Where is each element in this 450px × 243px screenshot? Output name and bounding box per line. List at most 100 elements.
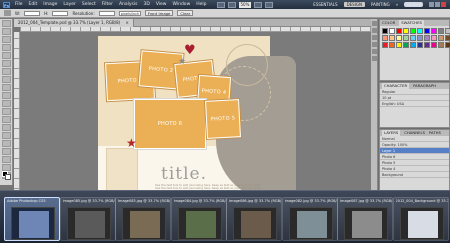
menu-analysis[interactable]: Analysis (119, 2, 138, 7)
tab-paths[interactable]: PATHS (429, 130, 441, 136)
move-tool-icon[interactable] (1, 20, 11, 27)
workspace-essentials[interactable]: ESSENTIALS (313, 2, 337, 7)
clone-stamp-tool-icon[interactable] (1, 84, 11, 91)
pen-tool-icon[interactable] (1, 132, 11, 139)
layer-row[interactable]: Background (380, 172, 449, 178)
color-swatch[interactable] (382, 35, 388, 41)
color-swatch[interactable] (389, 28, 395, 34)
minimize-button[interactable] (429, 2, 434, 7)
taskbar-window-preview[interactable]: Image084.jpg @ 33.7% (RGB/8) (170, 197, 227, 241)
menu-select[interactable]: Select (82, 2, 96, 7)
styles-panel-icon[interactable] (372, 56, 377, 61)
taskbar-window-preview[interactable]: Image087.jpg @ 33.7% (RGB/8) (337, 197, 393, 241)
color-swatch[interactable] (389, 42, 395, 48)
taskbar-window-preview[interactable]: 2012_004_Background @ 33.7% (RGB/8) (392, 197, 449, 241)
color-swatch[interactable] (424, 28, 430, 34)
color-swatch[interactable] (445, 28, 450, 34)
cs-live-button[interactable]: CS Live (404, 2, 423, 7)
tab-channels[interactable]: CHANNELS (404, 130, 425, 136)
color-swatch[interactable] (438, 28, 444, 34)
workspace-design[interactable]: DESIGN (343, 2, 365, 7)
clear-button[interactable]: Clear (177, 10, 194, 16)
color-swatch[interactable] (431, 28, 437, 34)
photo-placeholder-5[interactable]: PHOTO 5 (205, 99, 241, 139)
marquee-tool-icon[interactable] (1, 28, 11, 35)
resolution-units-select[interactable]: pixels/inch (118, 10, 141, 16)
eyedropper-tool-icon[interactable] (1, 60, 11, 67)
dodge-tool-icon[interactable] (1, 124, 11, 131)
color-swatch[interactable] (424, 42, 430, 48)
eraser-tool-icon[interactable] (1, 100, 11, 107)
menu-layer[interactable]: Layer (63, 2, 76, 7)
menu-3d[interactable]: 3D (143, 2, 149, 7)
arrange-documents-icon[interactable] (254, 1, 263, 8)
crop-tool-icon[interactable] (1, 52, 11, 59)
taskbar-window-preview[interactable]: Image086.jpg @ 33.7% (RGB/8) (226, 197, 282, 241)
taskbar-window-preview[interactable]: Image082.jpg @ 33.7% (RGB/8) (281, 197, 338, 241)
color-swatch[interactable] (431, 42, 437, 48)
color-swatch[interactable] (445, 42, 450, 48)
workspace-painting[interactable]: PAINTING (371, 2, 390, 7)
color-swatch[interactable] (410, 28, 416, 34)
tab-swatches[interactable]: SWATCHES (399, 20, 424, 26)
menu-filter[interactable]: Filter (102, 2, 113, 7)
language-select[interactable]: English: USA (380, 101, 449, 107)
brush-panel-icon[interactable] (372, 42, 377, 47)
color-swatch[interactable] (403, 42, 409, 48)
color-swatch[interactable] (417, 35, 423, 41)
color-swatch[interactable] (417, 42, 423, 48)
type-tool-icon[interactable] (1, 140, 11, 147)
taskbar-window-preview[interactable]: Image085.jpg @ 33.7% (RGB/8) (59, 197, 116, 241)
close-document-icon[interactable]: × (125, 20, 128, 25)
history-brush-tool-icon[interactable] (1, 92, 11, 99)
color-swatch[interactable] (396, 35, 402, 41)
color-swatch[interactable] (389, 35, 395, 41)
scrapbook-page[interactable]: PHOTO 1 PHOTO 2 PHOTO 3 PHOTO 4 PHOTO 6 … (98, 36, 296, 201)
menu-file[interactable]: File (15, 2, 23, 7)
menu-image[interactable]: Image (43, 2, 57, 7)
bridge-icon[interactable] (216, 1, 225, 8)
document-tab[interactable]: 2012_004_Template.psd @ 33.7% (Layer 1, … (14, 19, 134, 27)
history-panel-icon[interactable] (372, 21, 377, 26)
actions-panel-icon[interactable] (372, 28, 377, 33)
taskbar-window-preview[interactable]: Image083.jpg @ 33.7% (RGB/8) (115, 197, 171, 241)
color-swatch[interactable] (396, 42, 402, 48)
hand-tool-icon[interactable] (1, 164, 11, 171)
color-swatch[interactable] (424, 35, 430, 41)
clone-source-panel-icon[interactable] (372, 49, 377, 54)
color-swatch[interactable] (382, 28, 388, 34)
color-swatch[interactable] (445, 35, 450, 41)
menu-view[interactable]: View (156, 2, 167, 7)
tab-color[interactable]: COLOR (382, 20, 395, 26)
close-window-button[interactable] (441, 2, 446, 7)
mini-bridge-icon[interactable] (227, 1, 236, 8)
resolution-field[interactable] (98, 10, 115, 16)
color-swatch[interactable] (410, 35, 416, 41)
tab-paragraph[interactable]: PARAGRAPH (413, 83, 436, 89)
color-swatch[interactable] (438, 35, 444, 41)
info-panel-icon[interactable] (372, 35, 377, 40)
lasso-tool-icon[interactable] (1, 36, 11, 43)
screen-mode-icon[interactable] (265, 1, 274, 8)
photo-placeholder-6[interactable]: PHOTO 6 (133, 98, 207, 150)
path-selection-tool-icon[interactable] (1, 148, 11, 155)
color-swatch[interactable] (396, 28, 402, 34)
menu-help[interactable]: Help (196, 2, 206, 7)
background-color-swatch[interactable] (5, 174, 11, 180)
quick-selection-tool-icon[interactable] (1, 44, 11, 51)
color-swatch[interactable] (382, 42, 388, 48)
more-workspaces-button[interactable]: » (396, 2, 398, 7)
color-swatch[interactable] (417, 28, 423, 34)
canvas-area[interactable]: PHOTO 1 PHOTO 2 PHOTO 3 PHOTO 4 PHOTO 6 … (20, 32, 371, 209)
blur-tool-icon[interactable] (1, 116, 11, 123)
front-image-button[interactable]: Front Image (144, 10, 174, 16)
gradient-tool-icon[interactable] (1, 108, 11, 115)
height-field[interactable] (52, 10, 69, 16)
menu-edit[interactable]: Edit (29, 2, 38, 7)
color-swatch[interactable] (438, 42, 444, 48)
color-swatch[interactable] (403, 28, 409, 34)
color-swatch[interactable] (431, 35, 437, 41)
menu-window[interactable]: Window (173, 2, 191, 7)
taskbar-window-preview[interactable]: Adobe Photoshop CS5 (4, 197, 60, 241)
color-swatch[interactable] (410, 42, 416, 48)
